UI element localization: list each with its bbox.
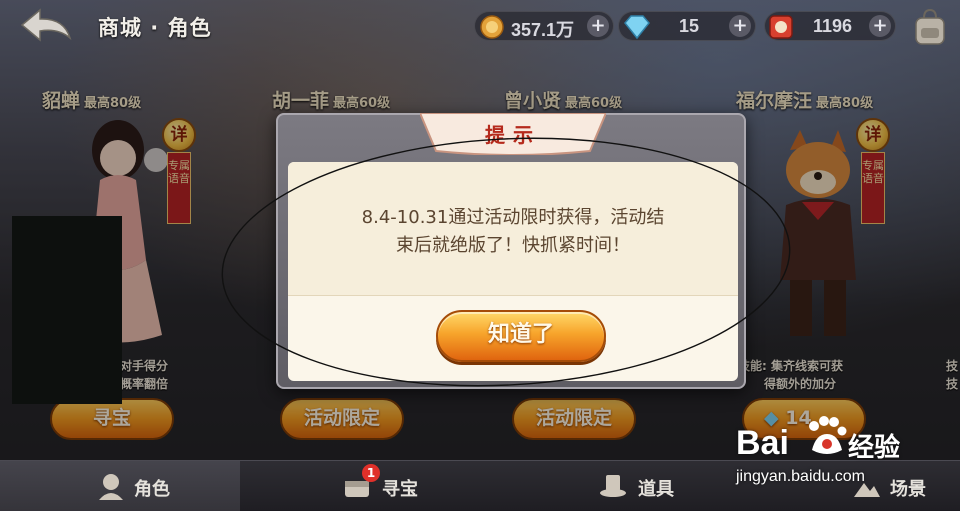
backpack-icon[interactable]	[912, 8, 948, 46]
character-icon	[99, 474, 123, 500]
tab-items[interactable]: 道具	[480, 461, 720, 511]
hat-icon	[600, 475, 626, 497]
dialog-message: 8.4-10.31通过活动限时获得，活动结 束后就绝版了！快抓紧时间！	[288, 204, 738, 260]
tickets-value: 1196	[813, 16, 853, 36]
diamonds-display: 15 +	[618, 11, 756, 41]
diamond-icon	[624, 15, 650, 40]
game-background: 貂蝉 最高80级 胡一菲 最高60级 曾小贤 最高60级 福尔摩汪 最高80级 详 详 …	[0, 0, 960, 511]
tab-label: 寻宝	[382, 479, 418, 500]
dialog-title: 提示	[485, 123, 541, 147]
tab-character[interactable]: 角色	[0, 461, 240, 511]
ok-button[interactable]: 知道了	[436, 310, 606, 362]
dialog-message-line: 8.4-10.31通过活动限时获得，活动结	[361, 207, 665, 228]
coin-icon	[480, 15, 504, 39]
dialog-title-ribbon: 提示	[420, 113, 606, 155]
paw-icon	[809, 416, 847, 454]
top-bar: 商城 · 角色 357.1万 + 15 + 1196 +	[0, 0, 960, 52]
watermark-label: 经验	[848, 433, 901, 463]
coins-value: 357.1万	[511, 20, 575, 40]
dialog-message-panel: 8.4-10.31通过活动限时获得，活动结 束后就绝版了！快抓紧时间！	[288, 162, 738, 296]
dialog-message-line: 束后就绝版了！快抓紧时间！	[396, 235, 630, 256]
coins-display: 357.1万 +	[474, 11, 614, 41]
tickets-display: 1196 +	[764, 11, 896, 41]
tab-label: 道具	[638, 479, 674, 500]
add-diamonds-button[interactable]: +	[729, 15, 751, 37]
ticket-icon	[769, 15, 793, 39]
diamonds-value: 15	[679, 16, 700, 36]
tab-label: 角色	[134, 479, 170, 500]
add-tickets-button[interactable]: +	[869, 15, 891, 37]
tab-treasure[interactable]: 1 寻宝	[240, 461, 480, 511]
page-title: 商城 · 角色	[98, 16, 212, 40]
watermark-url: jingyan.baidu.com	[736, 468, 865, 485]
baidu-jingyan-watermark: Bai 经验 jingyan.baidu.com	[736, 412, 956, 492]
notification-badge: 1	[362, 464, 380, 482]
watermark-brand: Bai	[736, 424, 789, 462]
add-coins-button[interactable]: +	[587, 15, 609, 37]
dialog-body: 8.4-10.31通过活动限时获得，活动结 束后就绝版了！快抓紧时间！ 知道了	[288, 162, 738, 381]
notice-dialog: 8.4-10.31通过活动限时获得，活动结 束后就绝版了！快抓紧时间！ 知道了 …	[276, 113, 746, 389]
back-arrow-icon[interactable]	[18, 8, 74, 42]
